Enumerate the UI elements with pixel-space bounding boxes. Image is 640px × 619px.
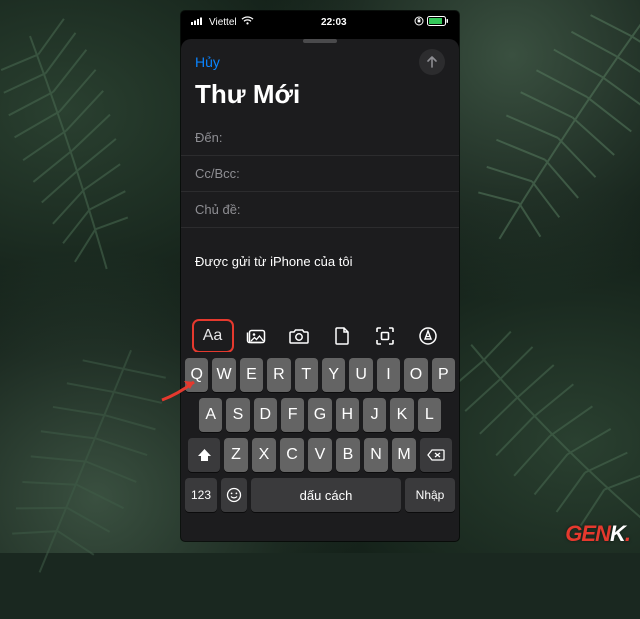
key-y[interactable]: Y [322, 358, 345, 392]
send-button[interactable] [419, 49, 445, 75]
watermark-logo: GENK. [565, 521, 630, 547]
clock: 22:03 [254, 17, 414, 28]
key-w[interactable]: W [212, 358, 235, 392]
keyboard: QWERTYUIOP ASDFGHJKL ZXCVBNM 123 dấu các… [181, 352, 459, 541]
attachment-button[interactable] [324, 322, 360, 350]
markup-button[interactable] [410, 322, 446, 350]
format-toolbar: Aa [181, 316, 459, 356]
key-row-1: QWERTYUIOP [185, 358, 455, 392]
key-r[interactable]: R [267, 358, 290, 392]
to-field[interactable]: Đến: [181, 120, 459, 156]
key-k[interactable]: K [390, 398, 413, 432]
numbers-key[interactable]: 123 [185, 478, 217, 512]
key-t[interactable]: T [295, 358, 318, 392]
key-m[interactable]: M [392, 438, 416, 472]
key-b[interactable]: B [336, 438, 360, 472]
email-body[interactable]: Được gửi từ iPhone của tôi [181, 228, 459, 279]
cancel-button[interactable]: Hủy [195, 54, 220, 70]
key-f[interactable]: F [281, 398, 304, 432]
status-bar: Viettel 22:03 [181, 11, 459, 33]
key-u[interactable]: U [349, 358, 372, 392]
compose-sheet: Hủy Thư Mới Đến: Cc/Bcc: Chủ đề: Được gử… [181, 39, 459, 356]
key-d[interactable]: D [254, 398, 277, 432]
wifi-icon [241, 16, 254, 28]
key-row-3: ZXCVBNM [185, 438, 455, 472]
key-c[interactable]: C [280, 438, 304, 472]
key-row-2: ASDFGHJKL [185, 398, 455, 432]
key-g[interactable]: G [308, 398, 331, 432]
key-e[interactable]: E [240, 358, 263, 392]
key-v[interactable]: V [308, 438, 332, 472]
key-o[interactable]: O [404, 358, 427, 392]
annotation-arrow [156, 374, 206, 406]
key-n[interactable]: N [364, 438, 388, 472]
scan-button[interactable] [367, 322, 403, 350]
signal-icon [191, 16, 205, 28]
key-i[interactable]: I [377, 358, 400, 392]
phone-screenshot: Viettel 22:03 Hủy Thư Mới Đến: Cc/Bcc: C… [181, 11, 459, 541]
key-s[interactable]: S [226, 398, 249, 432]
key-l[interactable]: L [418, 398, 441, 432]
space-key[interactable]: dấu cách [251, 478, 401, 512]
return-key[interactable]: Nhập [405, 478, 455, 512]
key-z[interactable]: Z [224, 438, 248, 472]
emoji-key[interactable] [221, 478, 247, 512]
key-j[interactable]: J [363, 398, 386, 432]
key-h[interactable]: H [336, 398, 359, 432]
key-row-4: 123 dấu cách Nhập [185, 478, 455, 512]
camera-button[interactable] [281, 322, 317, 350]
backspace-key[interactable] [420, 438, 452, 472]
shift-key[interactable] [188, 438, 220, 472]
carrier-label: Viettel [209, 17, 237, 28]
text-format-button[interactable]: Aa [195, 322, 231, 350]
orientation-lock-icon [414, 16, 424, 29]
compose-title: Thư Mới [181, 75, 459, 120]
key-p[interactable]: P [432, 358, 455, 392]
subject-field[interactable]: Chủ đề: [181, 192, 459, 228]
battery-icon [427, 16, 449, 29]
cc-bcc-field[interactable]: Cc/Bcc: [181, 156, 459, 192]
photo-library-button[interactable] [238, 322, 274, 350]
key-x[interactable]: X [252, 438, 276, 472]
